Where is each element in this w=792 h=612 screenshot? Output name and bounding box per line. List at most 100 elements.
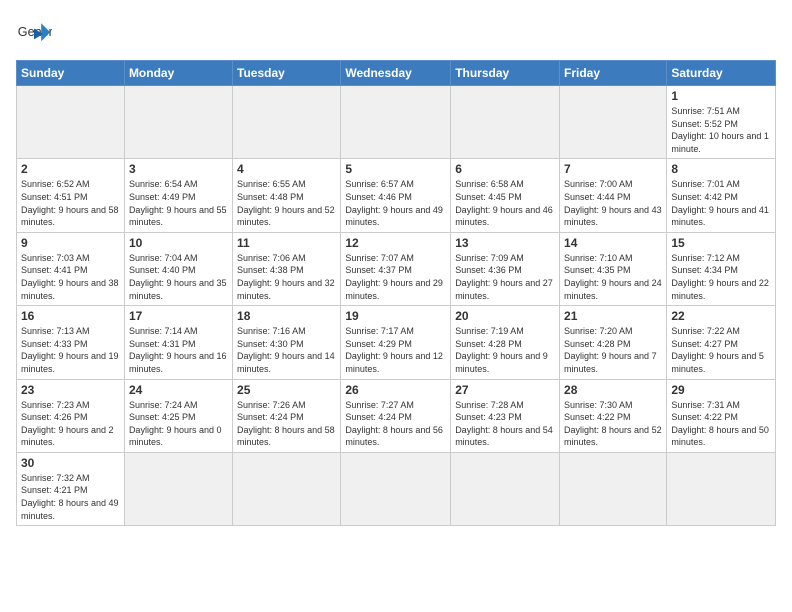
day-number: 22 xyxy=(671,309,771,323)
day-cell: 2 Sunrise: 6:52 AM Sunset: 4:51 PM Daylig… xyxy=(17,159,125,232)
day-cell: 1 Sunrise: 7:51 AM Sunset: 5:52 PM Daylig… xyxy=(667,86,776,159)
weekday-header-saturday: Saturday xyxy=(667,61,776,86)
day-number: 18 xyxy=(237,309,336,323)
day-cell: 30 Sunrise: 7:32 AM Sunset: 4:21 PM Dayli… xyxy=(17,452,125,525)
day-number: 28 xyxy=(564,383,662,397)
page: General SundayMondayTuesdayWednesdayThur… xyxy=(0,0,792,536)
weekday-header-monday: Monday xyxy=(124,61,232,86)
day-info: Sunrise: 6:54 AM Sunset: 4:49 PM Dayligh… xyxy=(129,178,228,228)
day-info: Sunrise: 7:16 AM Sunset: 4:30 PM Dayligh… xyxy=(237,325,336,375)
day-number: 20 xyxy=(455,309,555,323)
day-number: 2 xyxy=(21,162,120,176)
day-cell xyxy=(233,86,341,159)
day-info: Sunrise: 7:24 AM Sunset: 4:25 PM Dayligh… xyxy=(129,399,228,449)
day-number: 25 xyxy=(237,383,336,397)
day-cell: 9Sunrise: 7:03 AM Sunset: 4:41 PM Daylig… xyxy=(17,232,125,305)
day-cell: 14Sunrise: 7:10 AM Sunset: 4:35 PM Dayli… xyxy=(560,232,667,305)
day-info: Sunrise: 7:06 AM Sunset: 4:38 PM Dayligh… xyxy=(237,252,336,302)
weekday-header-friday: Friday xyxy=(560,61,667,86)
day-info: Sunrise: 7:19 AM Sunset: 4:28 PM Dayligh… xyxy=(455,325,555,375)
day-number: 17 xyxy=(129,309,228,323)
day-number: 16 xyxy=(21,309,120,323)
day-cell xyxy=(124,452,232,525)
day-info: Sunrise: 7:30 AM Sunset: 4:22 PM Dayligh… xyxy=(564,399,662,449)
day-cell: 22 Sunrise: 7:22 AM Sunset: 4:27 PM Dayli… xyxy=(667,306,776,379)
day-number: 11 xyxy=(237,236,336,250)
week-row-5: 30 Sunrise: 7:32 AM Sunset: 4:21 PM Dayli… xyxy=(17,452,776,525)
day-info: Sunrise: 6:57 AM Sunset: 4:46 PM Dayligh… xyxy=(345,178,446,228)
day-info: Sunrise: 7:13 AM Sunset: 4:33 PM Dayligh… xyxy=(21,325,120,375)
day-cell xyxy=(451,452,560,525)
day-cell: 8Sunrise: 7:01 AM Sunset: 4:42 PM Daylig… xyxy=(667,159,776,232)
day-number: 13 xyxy=(455,236,555,250)
day-info: Sunrise: 7:12 AM Sunset: 4:34 PM Dayligh… xyxy=(671,252,771,302)
day-cell xyxy=(233,452,341,525)
day-info: Sunrise: 6:55 AM Sunset: 4:48 PM Dayligh… xyxy=(237,178,336,228)
logo: General xyxy=(16,16,56,52)
weekday-header-wednesday: Wednesday xyxy=(341,61,451,86)
week-row-4: 23 Sunrise: 7:23 AM Sunset: 4:26 PM Dayli… xyxy=(17,379,776,452)
day-number: 6 xyxy=(455,162,555,176)
week-row-3: 16 Sunrise: 7:13 AM Sunset: 4:33 PM Dayli… xyxy=(17,306,776,379)
day-info: Sunrise: 7:32 AM Sunset: 4:21 PM Dayligh… xyxy=(21,472,120,522)
day-info: Sunrise: 7:09 AM Sunset: 4:36 PM Dayligh… xyxy=(455,252,555,302)
day-number: 26 xyxy=(345,383,446,397)
weekday-header-row: SundayMondayTuesdayWednesdayThursdayFrid… xyxy=(17,61,776,86)
day-cell: 21Sunrise: 7:20 AM Sunset: 4:28 PM Dayli… xyxy=(560,306,667,379)
day-number: 3 xyxy=(129,162,228,176)
day-cell: 6 Sunrise: 6:58 AM Sunset: 4:45 PM Daylig… xyxy=(451,159,560,232)
day-cell: 17 Sunrise: 7:14 AM Sunset: 4:31 PM Dayli… xyxy=(124,306,232,379)
day-cell: 24 Sunrise: 7:24 AM Sunset: 4:25 PM Dayli… xyxy=(124,379,232,452)
day-info: Sunrise: 7:27 AM Sunset: 4:24 PM Dayligh… xyxy=(345,399,446,449)
day-cell: 5 Sunrise: 6:57 AM Sunset: 4:46 PM Daylig… xyxy=(341,159,451,232)
calendar: SundayMondayTuesdayWednesdayThursdayFrid… xyxy=(16,60,776,526)
day-info: Sunrise: 7:28 AM Sunset: 4:23 PM Dayligh… xyxy=(455,399,555,449)
day-cell: 3 Sunrise: 6:54 AM Sunset: 4:49 PM Daylig… xyxy=(124,159,232,232)
day-cell: 28 Sunrise: 7:30 AM Sunset: 4:22 PM Dayli… xyxy=(560,379,667,452)
day-info: Sunrise: 6:52 AM Sunset: 4:51 PM Dayligh… xyxy=(21,178,120,228)
day-number: 12 xyxy=(345,236,446,250)
day-number: 5 xyxy=(345,162,446,176)
day-number: 21 xyxy=(564,309,662,323)
logo-icon: General xyxy=(16,16,52,52)
day-cell: 18 Sunrise: 7:16 AM Sunset: 4:30 PM Dayli… xyxy=(233,306,341,379)
day-cell: 10 Sunrise: 7:04 AM Sunset: 4:40 PM Dayli… xyxy=(124,232,232,305)
day-info: Sunrise: 7:23 AM Sunset: 4:26 PM Dayligh… xyxy=(21,399,120,449)
day-cell: 19Sunrise: 7:17 AM Sunset: 4:29 PM Dayli… xyxy=(341,306,451,379)
day-number: 23 xyxy=(21,383,120,397)
day-cell xyxy=(560,86,667,159)
weekday-header-thursday: Thursday xyxy=(451,61,560,86)
day-cell: 26 Sunrise: 7:27 AM Sunset: 4:24 PM Dayli… xyxy=(341,379,451,452)
day-info: Sunrise: 7:22 AM Sunset: 4:27 PM Dayligh… xyxy=(671,325,771,375)
day-number: 15 xyxy=(671,236,771,250)
day-cell xyxy=(17,86,125,159)
day-number: 10 xyxy=(129,236,228,250)
day-number: 4 xyxy=(237,162,336,176)
day-cell xyxy=(667,452,776,525)
day-cell: 13 Sunrise: 7:09 AM Sunset: 4:36 PM Dayli… xyxy=(451,232,560,305)
day-info: Sunrise: 7:17 AM Sunset: 4:29 PM Dayligh… xyxy=(345,325,446,375)
day-cell: 29Sunrise: 7:31 AM Sunset: 4:22 PM Dayli… xyxy=(667,379,776,452)
day-cell xyxy=(341,452,451,525)
day-info: Sunrise: 7:07 AM Sunset: 4:37 PM Dayligh… xyxy=(345,252,446,302)
day-cell: 16 Sunrise: 7:13 AM Sunset: 4:33 PM Dayli… xyxy=(17,306,125,379)
day-number: 8 xyxy=(671,162,771,176)
weekday-header-sunday: Sunday xyxy=(17,61,125,86)
day-info: Sunrise: 6:58 AM Sunset: 4:45 PM Dayligh… xyxy=(455,178,555,228)
day-cell xyxy=(560,452,667,525)
day-cell: 12 Sunrise: 7:07 AM Sunset: 4:37 PM Dayli… xyxy=(341,232,451,305)
day-number: 27 xyxy=(455,383,555,397)
header: General xyxy=(16,16,776,52)
day-cell: 15 Sunrise: 7:12 AM Sunset: 4:34 PM Dayli… xyxy=(667,232,776,305)
day-number: 24 xyxy=(129,383,228,397)
day-cell: 4 Sunrise: 6:55 AM Sunset: 4:48 PM Daylig… xyxy=(233,159,341,232)
day-cell: 11 Sunrise: 7:06 AM Sunset: 4:38 PM Dayli… xyxy=(233,232,341,305)
day-number: 30 xyxy=(21,456,120,470)
week-row-0: 1 Sunrise: 7:51 AM Sunset: 5:52 PM Daylig… xyxy=(17,86,776,159)
weekday-header-tuesday: Tuesday xyxy=(233,61,341,86)
day-info: Sunrise: 7:04 AM Sunset: 4:40 PM Dayligh… xyxy=(129,252,228,302)
day-info: Sunrise: 7:31 AM Sunset: 4:22 PM Dayligh… xyxy=(671,399,771,449)
day-info: Sunrise: 7:14 AM Sunset: 4:31 PM Dayligh… xyxy=(129,325,228,375)
day-number: 1 xyxy=(671,89,771,103)
day-info: Sunrise: 7:51 AM Sunset: 5:52 PM Dayligh… xyxy=(671,105,771,155)
